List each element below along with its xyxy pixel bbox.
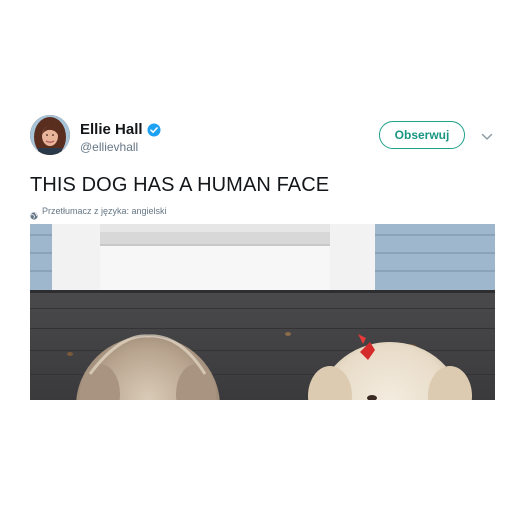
chevron-down-icon[interactable] — [481, 129, 493, 140]
avatar[interactable] — [30, 115, 70, 155]
translate-link[interactable]: Przetłumacz z języka: angielski — [42, 205, 167, 217]
author-name-row[interactable]: Ellie Hall — [80, 121, 161, 139]
tweet-text: THIS DOG HAS A HUMAN FACE — [30, 174, 330, 196]
globe-icon — [30, 207, 38, 220]
tweet-card: Ellie Hall @ellievhall Obserwuj THIS DOG… — [0, 0, 512, 512]
tweet-photo[interactable] — [30, 224, 495, 400]
author-handle[interactable]: @ellievhall — [80, 140, 138, 154]
follow-button[interactable]: Obserwuj — [379, 121, 465, 149]
author-display-name[interactable]: Ellie Hall — [80, 121, 143, 139]
translate-row[interactable]: Przetłumacz z języka: angielski — [30, 205, 167, 220]
verified-badge-icon — [147, 123, 161, 137]
